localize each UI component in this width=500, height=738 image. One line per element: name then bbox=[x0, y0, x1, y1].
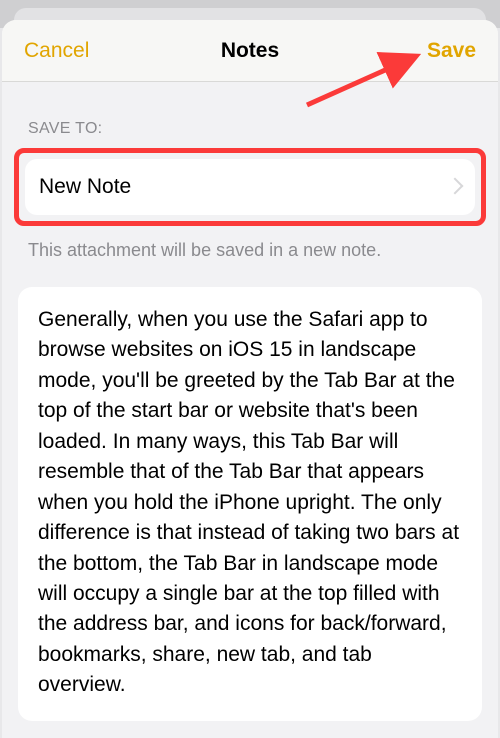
note-preview-card[interactable]: Generally, when you use the Safari app t… bbox=[18, 287, 482, 721]
sheet-title: Notes bbox=[104, 39, 396, 63]
note-body-text: Generally, when you use the Safari app t… bbox=[38, 305, 462, 701]
save-destination-helper: This attachment will be saved in a new n… bbox=[2, 226, 498, 287]
save-button[interactable]: Save bbox=[396, 39, 476, 63]
sheet-header: Cancel Notes Save bbox=[2, 20, 498, 82]
save-to-section-label: SAVE TO: bbox=[2, 82, 498, 148]
annotation-highlight-box: New Note bbox=[14, 148, 486, 226]
sheet-content: SAVE TO: New Note This attachment will b… bbox=[2, 82, 498, 721]
cancel-button[interactable]: Cancel bbox=[24, 39, 104, 63]
chevron-right-icon bbox=[449, 177, 461, 197]
save-destination-label: New Note bbox=[39, 175, 131, 199]
share-sheet: Cancel Notes Save SAVE TO: New Note This… bbox=[2, 20, 498, 738]
save-destination-row[interactable]: New Note bbox=[25, 159, 475, 215]
